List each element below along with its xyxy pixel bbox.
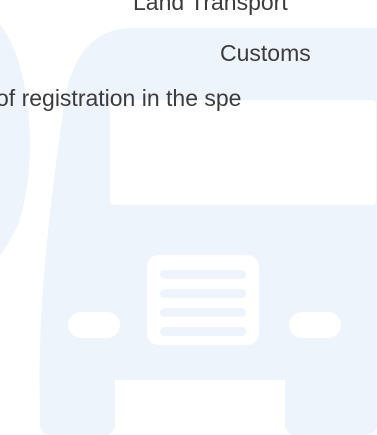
circle-arc-shape bbox=[0, 25, 30, 255]
title-line-customs: Customs bbox=[220, 40, 311, 66]
title-line-land-transport: Land Transport bbox=[133, 0, 288, 15]
registration-text-line: of registration in the spe bbox=[0, 85, 242, 111]
background-watermark bbox=[0, 25, 377, 435]
